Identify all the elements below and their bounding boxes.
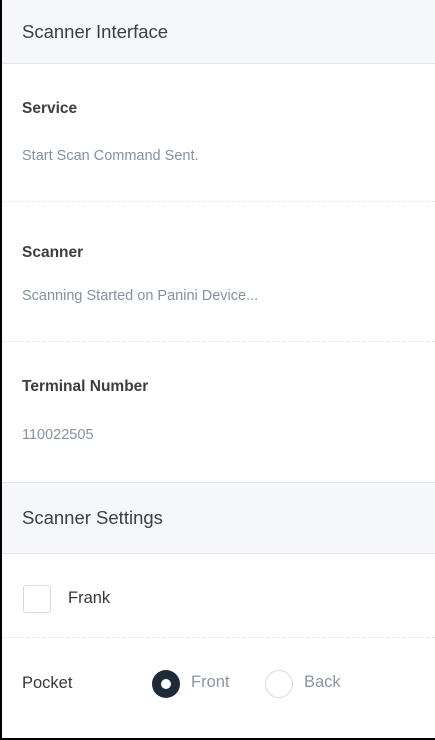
scanner-settings-title: Scanner Settings (22, 507, 163, 528)
scanner-field: Scanner Scanning Started on Panini Devic… (2, 202, 435, 342)
frank-label[interactable]: Frank (68, 589, 110, 608)
frank-checkbox[interactable] (23, 585, 51, 613)
terminal-field: Terminal Number 110022505 (2, 342, 435, 482)
terminal-number-label: Terminal Number (22, 378, 149, 395)
terminal-number-value: 110022505 (22, 427, 94, 443)
radio-selected-dot (161, 679, 171, 689)
pocket-front-radio[interactable] (152, 670, 180, 698)
pocket-back-label[interactable]: Back (304, 673, 341, 692)
scanner-status: Scanning Started on Panini Device... (22, 288, 259, 304)
scanner-settings-header: Scanner Settings (2, 482, 435, 554)
service-status: Start Scan Command Sent. (22, 148, 199, 164)
scanner-panel: Scanner Interface Service Start Scan Com… (0, 0, 435, 740)
pocket-row: Pocket Front Back (2, 638, 435, 728)
pocket-front-label[interactable]: Front (191, 673, 230, 692)
scanner-interface-header: Scanner Interface (2, 0, 435, 64)
scanner-label: Scanner (22, 244, 84, 261)
pocket-back-radio[interactable] (265, 670, 293, 698)
service-field: Service Start Scan Command Sent. (2, 64, 435, 202)
scanner-interface-title: Scanner Interface (22, 20, 169, 42)
service-label: Service (22, 100, 78, 117)
frank-row: Frank (2, 554, 435, 638)
pocket-label: Pocket (22, 674, 73, 692)
